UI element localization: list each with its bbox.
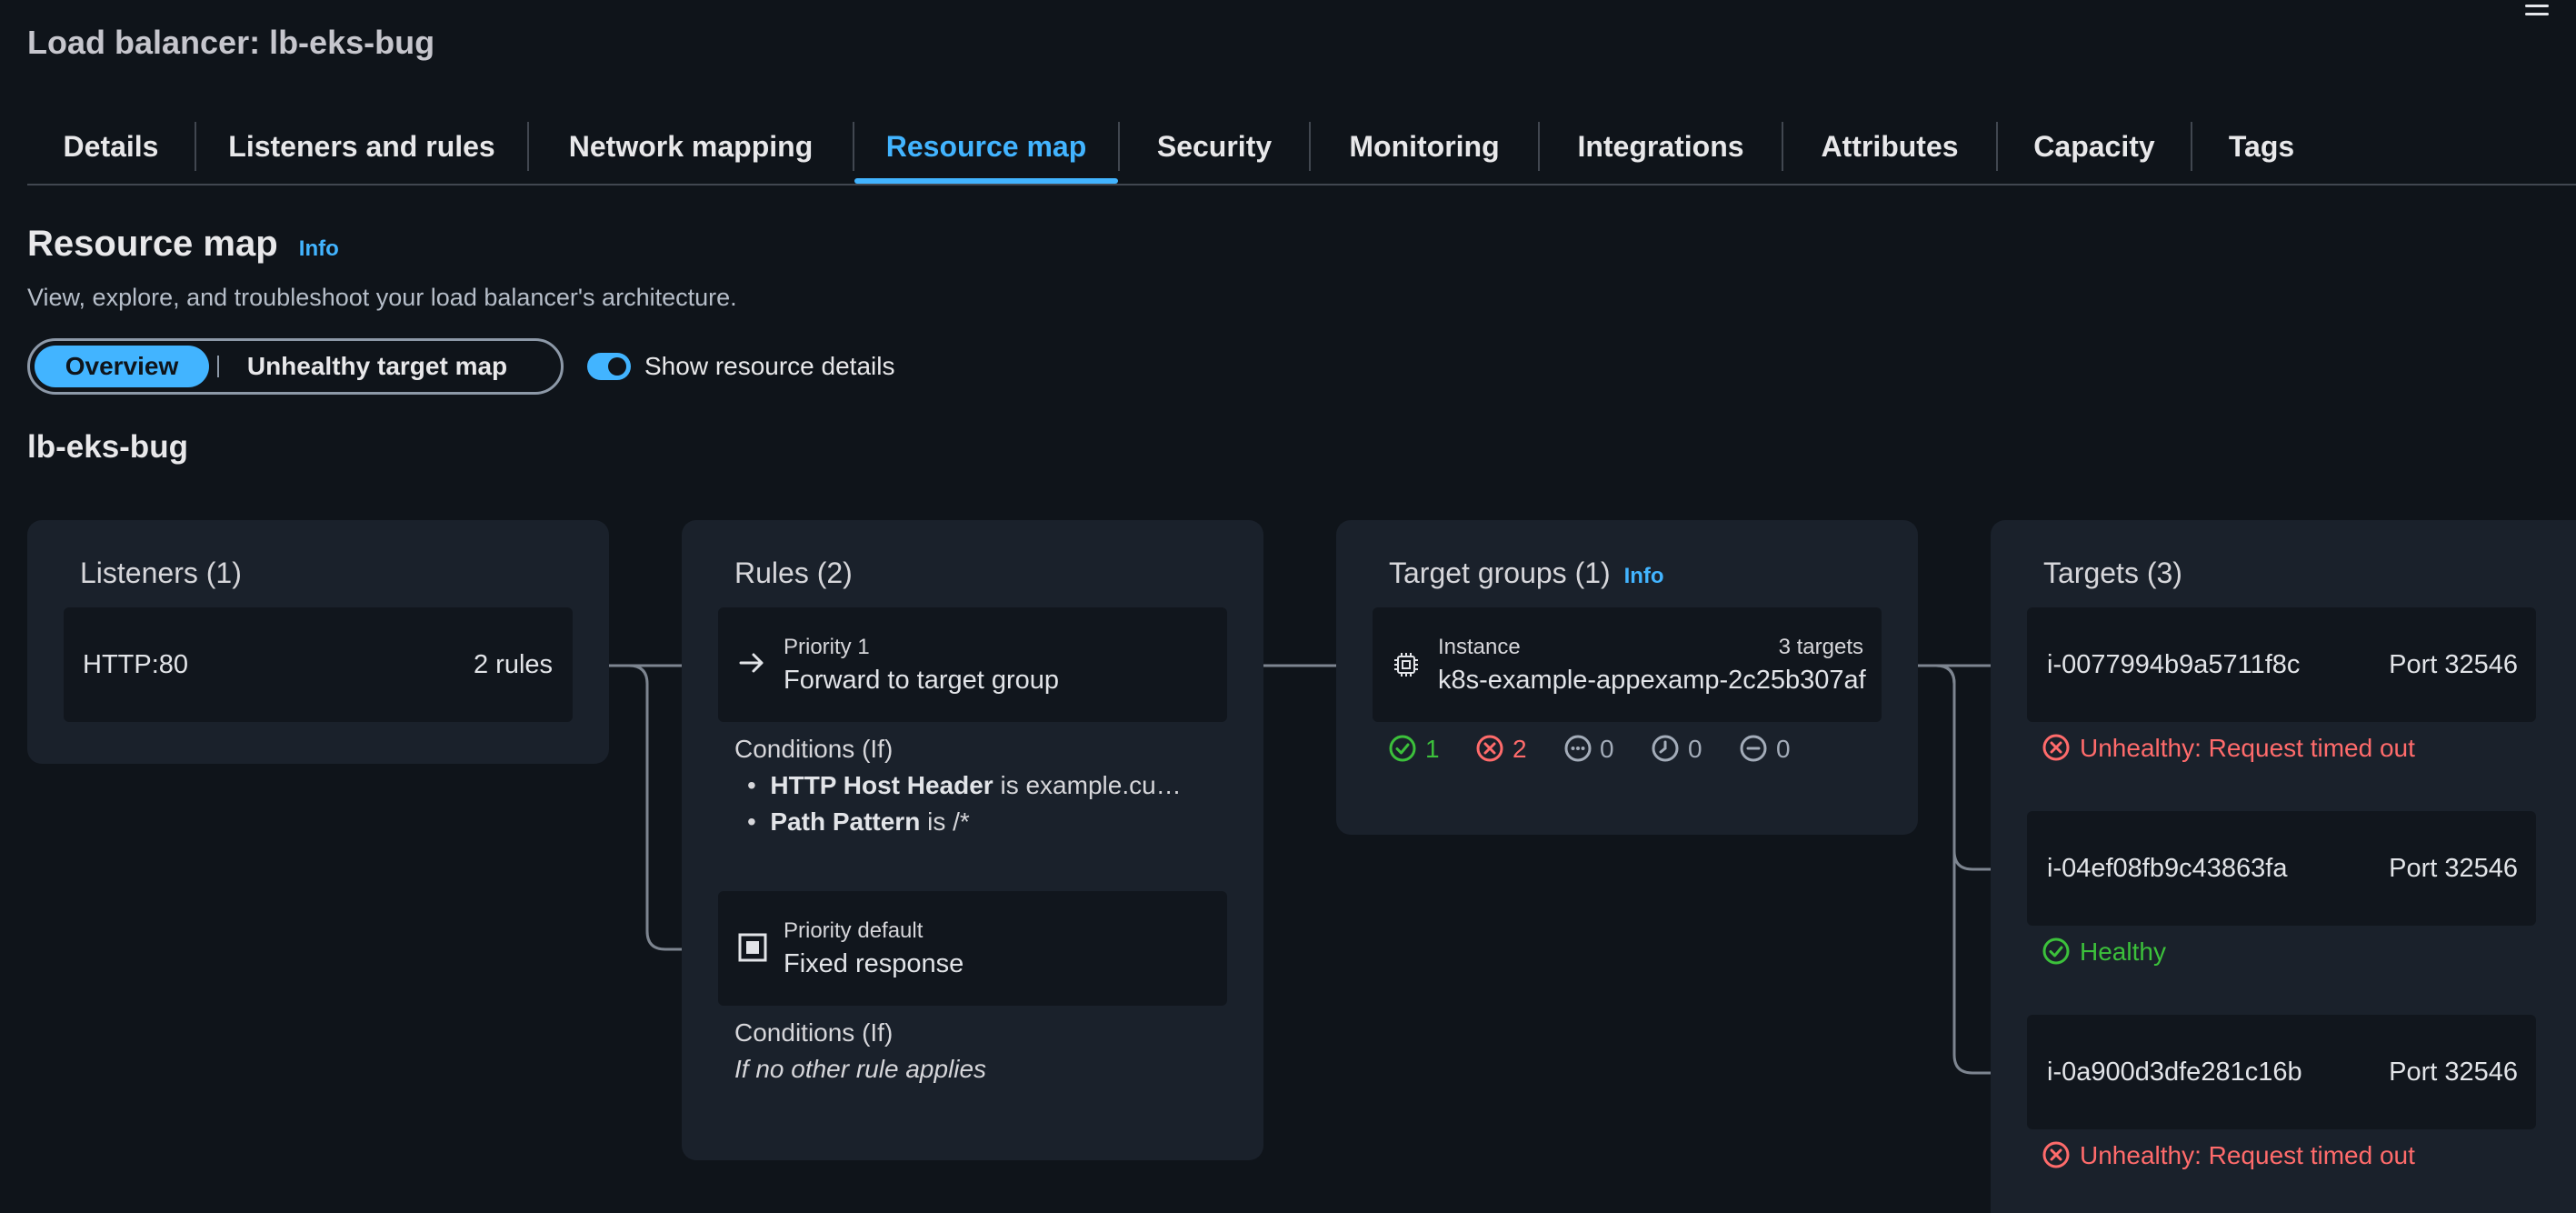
tab-attributes[interactable]: Attributes (1783, 109, 1996, 184)
tab-bar: Details Listeners and rules Network mapp… (27, 109, 2331, 184)
unused-icon (1564, 735, 1592, 762)
section-title: Resource map Info (27, 224, 339, 265)
rules-title: Rules (2) (734, 556, 853, 589)
target-status: Unhealthy: Request timed out (2080, 1141, 2415, 1169)
listeners-title: Listeners (1) (80, 556, 242, 589)
healthy-icon (1389, 735, 1416, 762)
target-id: i-0077994b9a5711f8c (2047, 650, 2301, 679)
target-id: i-04ef08fb9c43863fa (2047, 854, 2288, 883)
arrow-right-icon (739, 653, 764, 673)
tab-bar-divider (27, 184, 2576, 185)
unhealthy-icon (1476, 735, 1503, 762)
overview-option[interactable]: Overview (35, 346, 209, 387)
tab-integrations[interactable]: Integrations (1540, 109, 1782, 184)
tab-capacity[interactable]: Capacity (1998, 109, 2191, 184)
tab-resource-map[interactable]: Resource map (854, 109, 1118, 184)
draining-count: 0 (1776, 735, 1791, 763)
bullet: • (747, 807, 771, 836)
unhealthy-count: 2 (1513, 735, 1527, 763)
rule-card-priority-default[interactable] (718, 891, 1227, 1006)
rule-priority: Priority 1 (784, 635, 870, 659)
rule-action: Fixed response (784, 949, 964, 978)
target-group-card[interactable] (1373, 607, 1882, 722)
target-group-targets-count: 3 targets (1778, 635, 1863, 659)
target-id: i-0a900d3dfe281c16b (2047, 1058, 2302, 1087)
rule-action: Forward to target group (784, 666, 1060, 695)
condition-key: HTTP Host Header (770, 771, 993, 799)
tab-details[interactable]: Details (27, 109, 195, 184)
target-group-type: Instance (1438, 635, 1521, 659)
rule-condition-item: • HTTP Host Header is example.cu… (747, 771, 1182, 800)
target-port: Port 32546 (2389, 854, 2518, 883)
initial-icon (1652, 735, 1679, 762)
condition-text: is example.cu… (993, 771, 1182, 799)
page-title: Load balancer: lb-eks-bug (27, 24, 435, 61)
condition-text: is /* (920, 807, 970, 836)
condition-key: Path Pattern (770, 807, 921, 836)
show-resource-details-label: Show resource details (644, 352, 895, 380)
targets-title: Targets (3) (2043, 556, 2182, 589)
segment-divider (217, 356, 219, 377)
tab-tags[interactable]: Tags (2192, 109, 2331, 184)
tab-security[interactable]: Security (1120, 109, 1309, 184)
tab-monitoring[interactable]: Monitoring (1311, 109, 1538, 184)
listener-rules-count: 2 rules (474, 650, 554, 679)
section-title-text: Resource map (27, 224, 278, 264)
healthy-icon (2042, 937, 2070, 965)
rule-conditions-text: If no other rule applies (734, 1055, 987, 1083)
section-description: View, explore, and troubleshoot your loa… (27, 284, 737, 311)
info-link[interactable]: Info (1624, 564, 1664, 588)
unhealthy-icon (2042, 734, 2070, 761)
tab-network-mapping[interactable]: Network mapping (529, 109, 853, 184)
unhealthy-target-map-option[interactable]: Unhealthy target map (235, 346, 519, 387)
unused-count: 0 (1600, 735, 1614, 763)
tab-listeners-and-rules[interactable]: Listeners and rules (196, 109, 527, 184)
rule-conditions-label: Conditions (If) (734, 735, 894, 763)
instance-chip-icon (1394, 653, 1418, 677)
show-resource-details-toggle[interactable] (587, 353, 631, 380)
target-port: Port 32546 (2389, 1058, 2518, 1087)
info-link[interactable]: Info (299, 236, 339, 261)
draining-icon (1740, 735, 1767, 762)
initial-count: 0 (1688, 735, 1702, 763)
rule-condition-item: • Path Pattern is /* (747, 807, 970, 837)
rule-card-priority-1[interactable] (718, 607, 1227, 722)
fixed-response-icon (738, 933, 767, 962)
toggle-knob (608, 357, 626, 376)
load-balancer-name: lb-eks-bug (27, 429, 188, 465)
target-groups-title-text: Target groups (1) (1389, 556, 1611, 589)
listener-name: HTTP:80 (83, 650, 189, 679)
view-segmented-control: Overview Unhealthy target map (27, 338, 564, 395)
target-port: Port 32546 (2389, 650, 2518, 679)
unhealthy-icon (2042, 1141, 2070, 1168)
bullet: • (747, 771, 771, 799)
rule-priority: Priority default (784, 918, 924, 943)
target-groups-title: Target groups (1) Info (1389, 556, 1664, 590)
healthy-count: 1 (1425, 735, 1440, 763)
target-status: Healthy (2080, 937, 2166, 966)
rule-conditions-label: Conditions (If) (734, 1018, 894, 1047)
menu-icon[interactable] (2525, 0, 2549, 16)
target-status: Unhealthy: Request timed out (2080, 734, 2415, 762)
target-group-name[interactable]: k8s-example-appexamp-2c25b307af (1438, 666, 1866, 696)
